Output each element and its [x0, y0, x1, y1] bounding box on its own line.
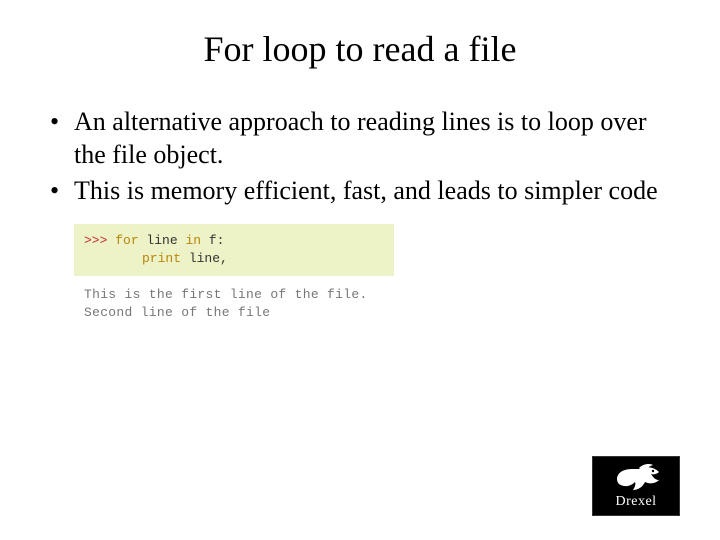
output-line: Second line of the file — [84, 304, 384, 322]
code-example: >>> for line in f: print line, This is t… — [74, 224, 394, 329]
code-text: f: — [201, 233, 224, 248]
dragon-icon — [609, 462, 663, 496]
prompt-icon: >>> — [84, 233, 107, 248]
code-input: >>> for line in f: print line, — [74, 224, 394, 276]
keyword-in: in — [185, 233, 201, 248]
output-line: This is the first line of the file. — [84, 286, 384, 304]
code-output: This is the first line of the file. Seco… — [74, 276, 394, 328]
code-line: >>> for line in f: — [84, 232, 384, 250]
drexel-logo: Drexel — [592, 456, 680, 516]
bullet-item: This is memory efficient, fast, and lead… — [50, 175, 680, 208]
code-text: line — [139, 233, 186, 248]
bullet-list: An alternative approach to reading lines… — [40, 106, 680, 208]
code-line: print line, — [84, 250, 384, 268]
bullet-item: An alternative approach to reading lines… — [50, 106, 680, 171]
slide-title: For loop to read a file — [40, 28, 680, 70]
logo-text: Drexel — [615, 494, 656, 510]
keyword-for: for — [115, 233, 138, 248]
keyword-print: print — [142, 251, 181, 266]
slide: For loop to read a file An alternative a… — [0, 0, 720, 540]
code-text: line, — [181, 251, 228, 266]
